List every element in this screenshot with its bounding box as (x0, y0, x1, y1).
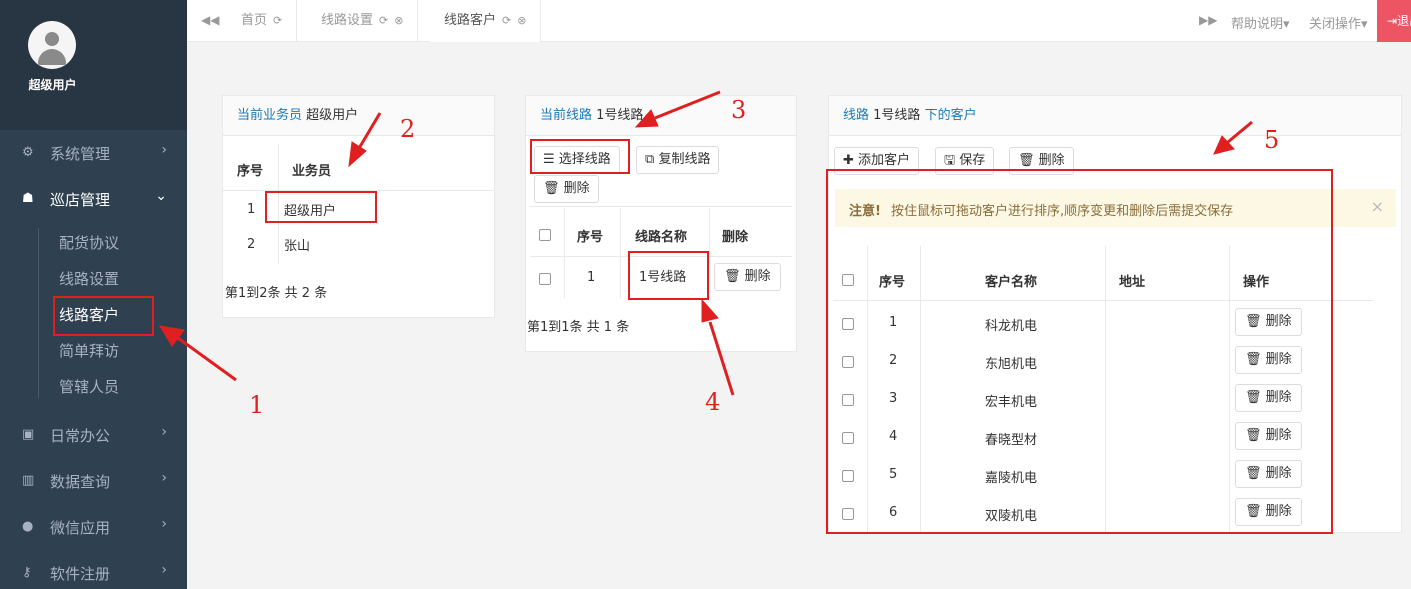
arrow-3 (654, 90, 721, 120)
arrow-2-head (348, 141, 367, 168)
annotation-label-2: 2 (400, 115, 416, 143)
arrow-5 (1227, 120, 1253, 144)
arrow-4-head (701, 298, 719, 323)
annotation-label-4: 4 (705, 388, 721, 416)
annotation-arrows (159, 90, 1253, 396)
arrow-2 (356, 112, 382, 151)
arrow-1 (177, 336, 237, 382)
annotation-label-1: 1 (249, 391, 265, 419)
annotation-label-3: 3 (731, 96, 747, 124)
arrow-4 (708, 321, 735, 396)
arrow-3-head (634, 109, 659, 128)
arrow-1-head (159, 325, 185, 347)
annotation-label-5: 5 (1264, 126, 1280, 154)
